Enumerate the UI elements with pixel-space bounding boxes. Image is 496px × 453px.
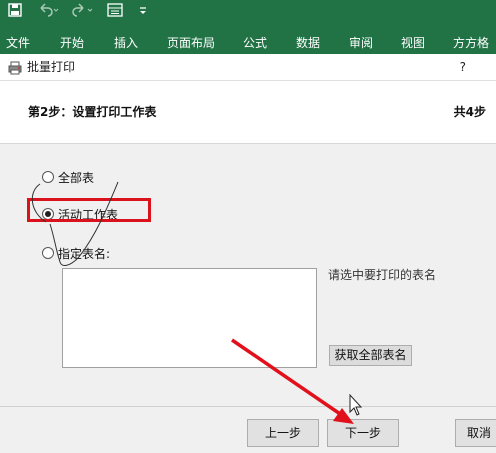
redo-icon[interactable] [72, 3, 94, 21]
dialog-title: 批量打印 [27, 60, 76, 74]
highlight-box [27, 198, 151, 222]
help-button[interactable]: ? [460, 54, 466, 80]
get-all-sheet-names-button[interactable]: 获取全部表名 [329, 345, 412, 366]
dialog-title-bar: 批量打印 ? [0, 54, 496, 81]
print-icon [8, 60, 22, 79]
step-header: 第2步：设置打印工作表 共4步 [0, 81, 496, 144]
tab-data[interactable]: 数据 [296, 33, 320, 53]
tab-view[interactable]: 视图 [401, 33, 425, 53]
total-steps: 共4步 [453, 105, 486, 119]
listbox-hint: 请选中要打印的表名 [328, 268, 437, 282]
tab-home[interactable]: 开始 [60, 33, 84, 53]
tab-file[interactable]: 文件 [6, 33, 30, 53]
tab-formulas[interactable]: 公式 [243, 33, 267, 53]
form-icon[interactable] [107, 3, 123, 21]
sheet-name-listbox[interactable] [62, 268, 317, 368]
excel-ribbon: 文件 开始 插入 页面布局 公式 数据 审阅 视图 方方格 [0, 0, 496, 54]
save-icon[interactable] [8, 3, 22, 21]
prev-step-button[interactable]: 上一步 [247, 419, 319, 447]
radio-named-sheet[interactable] [42, 247, 54, 259]
customize-qat-icon[interactable] [138, 3, 148, 21]
ribbon-tabs: 文件 开始 插入 页面布局 公式 数据 审阅 视图 方方格 [0, 33, 496, 53]
radio-all-sheets[interactable] [42, 171, 54, 183]
quick-access-toolbar [0, 0, 496, 24]
tab-insert[interactable]: 插入 [114, 33, 138, 53]
tab-review[interactable]: 审阅 [349, 33, 373, 53]
cancel-button[interactable]: 取消 [455, 419, 496, 447]
tab-page-layout[interactable]: 页面布局 [167, 33, 215, 53]
undo-icon[interactable] [38, 3, 60, 21]
radio-named-sheet-label[interactable]: 指定表名: [58, 245, 110, 262]
tab-fangfang[interactable]: 方方格 [453, 33, 489, 53]
next-step-button[interactable]: 下一步 [327, 419, 399, 447]
step-title: 第2步：设置打印工作表 [28, 105, 157, 119]
radio-all-sheets-label[interactable]: 全部表 [58, 169, 94, 186]
